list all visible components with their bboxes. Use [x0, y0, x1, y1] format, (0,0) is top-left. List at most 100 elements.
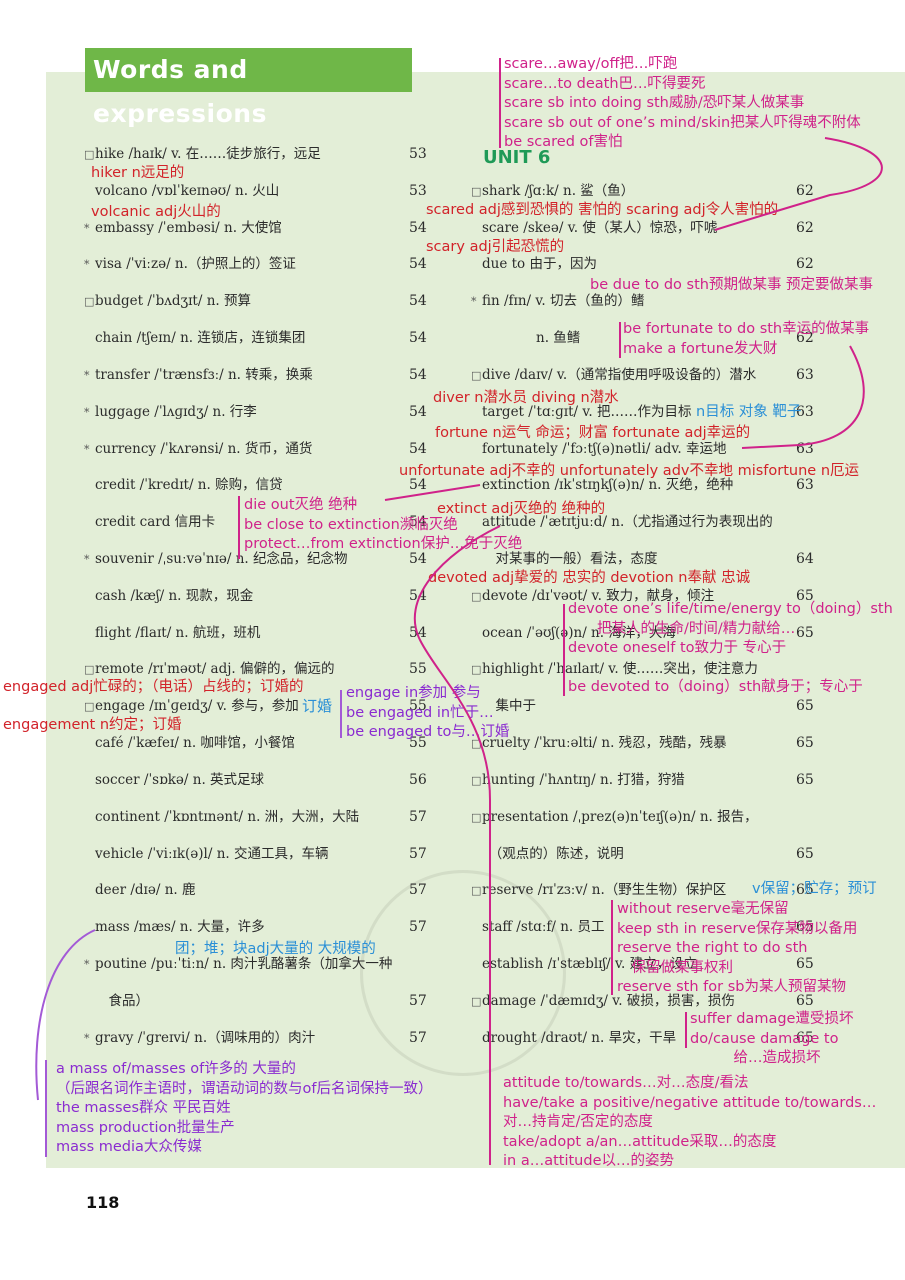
word-entry: （观点的）陈述，说明	[471, 845, 623, 863]
due-note: be due to do sth预期做某事 预定要做某事	[590, 277, 874, 293]
note-line: reserve the right to do sth	[617, 940, 808, 956]
word-text: volcano /vɒlˈkeɪnəʊ/ n. 火山	[95, 183, 280, 199]
asterisk-mark-icon: *	[84, 958, 90, 971]
word-text: staff /stɑːf/ n. 员工	[482, 919, 605, 935]
scary-note: scary adj引起恐慌的	[426, 239, 565, 255]
word-text: vehicle /ˈviːɪk(ə)l/ n. 交通工具，车辆	[95, 846, 329, 862]
asterisk-mark-icon: *	[84, 369, 90, 382]
note-line: keep sth in reserve保存某物以备用	[617, 920, 858, 937]
checkbox-mark-icon: □	[84, 148, 95, 161]
word-entry: drought /draʊt/ n. 旱灾，干旱	[471, 1029, 676, 1047]
engagement-note: engagement n约定；订婚	[3, 717, 182, 733]
word-entry: * transfer /ˈtrænsfɜː/ n. 转乘，换乘	[84, 366, 313, 385]
mass-bracket	[45, 1060, 47, 1157]
word-text: 食品）	[95, 993, 149, 1009]
note-line: 把某人的生命/时间/精力献给…	[568, 620, 796, 637]
word-text: cruelty /ˈkruːəlti/ n. 残忍，残酷，残暴	[482, 735, 727, 751]
fortune-note: fortune n运气 命运；财富 fortunate adj幸运的	[435, 425, 751, 441]
word-entry: □reserve /rɪˈzɜːv/ n.（野生生物）保护区	[471, 881, 726, 900]
page-reference: 56	[409, 772, 427, 788]
page-reference: 63	[796, 367, 814, 383]
checkbox-mark-icon: □	[471, 884, 482, 897]
word-entry: flight /flaɪt/ n. 航班，班机	[84, 624, 260, 642]
note-line: do/cause damage to	[690, 1030, 839, 1047]
damage-notes: suffer damage遭受损坏 do/cause damage to 给…造…	[690, 1010, 853, 1069]
page-reference: 63	[796, 441, 814, 457]
word-text: drought /draʊt/ n. 旱灾，干旱	[482, 1030, 677, 1046]
devote-bracket	[563, 604, 565, 696]
word-text: credit card 信用卡	[95, 514, 216, 530]
note-line: suffer damage遭受损坏	[690, 1011, 854, 1027]
word-text: gravy /ˈɡreɪvi/ n.（调味用的）肉汁	[95, 1030, 316, 1046]
word-entry: deer /dɪə/ n. 鹿	[84, 881, 195, 899]
asterisk-mark-icon: *	[84, 406, 90, 419]
page-reference: 65	[796, 772, 814, 788]
page-reference: 65	[796, 698, 814, 714]
mass-note: 团；堆；块adj大量的 大规模的	[175, 941, 376, 957]
word-entry: □engage /ɪnˈɡeɪdʒ/ v. 参与，参加	[84, 697, 299, 716]
note-line: 给…造成损坏	[690, 1050, 821, 1066]
note-line: without reserve毫无保留	[617, 901, 789, 917]
word-entry: volcano /vɒlˈkeɪnəʊ/ n. 火山	[84, 182, 279, 200]
checkbox-mark-icon: □	[471, 774, 482, 787]
word-text: scare /skeə/ v. 使（某人）惊恐，吓唬	[482, 220, 718, 236]
page-reference: 57	[409, 882, 427, 898]
page-reference: 54	[409, 367, 427, 383]
checkbox-mark-icon: □	[471, 663, 482, 676]
page-reference: 65	[796, 735, 814, 751]
word-text: presentation /ˌprez(ə)nˈteɪʃ(ə)n/ n. 报告，	[482, 809, 758, 825]
word-entry: □shark /ʃɑːk/ n. 鲨（鱼）	[471, 182, 634, 201]
word-entry: mass /mæs/ n. 大量，许多	[84, 918, 265, 936]
word-text: transfer /ˈtrænsfɜː/ n. 转乘，换乘	[95, 367, 313, 383]
target-note: n目标 对象 靶子	[696, 404, 802, 420]
checkbox-mark-icon: □	[84, 295, 95, 308]
note-line: mass media大众传媒	[56, 1139, 202, 1155]
word-entry: □remote /rɪˈməʊt/ adj. 偏僻的，偏远的	[84, 660, 335, 679]
page-reference: 53	[409, 146, 427, 162]
note-line: take/adopt a/an…attitude采取…的态度	[503, 1133, 777, 1150]
note-line: in a…attitude以…的姿势	[503, 1153, 674, 1169]
page-title: Words and expressions	[85, 48, 412, 128]
checkbox-mark-icon: □	[471, 995, 482, 1008]
note-line	[568, 659, 893, 679]
note-line: devote oneself to致力于 专心于	[568, 640, 787, 656]
note-line: protect…from extinction保护…免于灭绝	[244, 536, 523, 552]
word-entry: chain /tʃeɪn/ n. 连锁店，连锁集团	[84, 329, 305, 347]
note-line: scare sb into doing sth威胁/恐吓某人做某事	[504, 95, 805, 111]
note-line: the masses群众 平民百姓	[56, 1100, 231, 1116]
note-line: 对…持肯定/否定的态度	[503, 1114, 653, 1130]
word-text: reserve /rɪˈzɜːv/ n.（野生生物）保护区	[482, 882, 727, 898]
word-text: shark /ʃɑːk/ n. 鲨（鱼）	[482, 183, 635, 199]
word-text: due to 由于，因为	[482, 256, 597, 272]
checkbox-mark-icon: □	[471, 811, 482, 824]
hiker-note: hiker n远足的	[91, 165, 185, 181]
word-entry: * currency /ˈkʌrənsi/ n. 货币，通货	[84, 440, 312, 459]
page-reference: 62	[796, 183, 814, 199]
page-reference: 54	[409, 441, 427, 457]
page-reference: 54	[409, 404, 427, 420]
page-reference: 57	[409, 1030, 427, 1046]
page-reference: 53	[409, 183, 427, 199]
page-reference: 57	[409, 846, 427, 862]
extinct-note: extinct adj灭绝的 绝种的	[437, 501, 606, 517]
word-text: cash /kæʃ/ n. 现款，现金	[95, 588, 254, 604]
word-entry: □dive /daɪv/ v.（通常指使用呼吸设备的）潜水	[471, 366, 756, 385]
word-text: credit /ˈkredɪt/ n. 赊购，信贷	[95, 477, 283, 493]
checkbox-mark-icon: □	[471, 590, 482, 603]
page-reference: 54	[409, 256, 427, 272]
word-text: luggage /ˈlʌɡɪdʒ/ n. 行李	[95, 404, 257, 420]
page-reference: 54	[409, 220, 427, 236]
word-entry: * gravy /ˈɡreɪvi/ n.（调味用的）肉汁	[84, 1029, 315, 1048]
note-line: reserve sth for sb为某人预留某物	[617, 979, 846, 995]
word-text: currency /ˈkʌrənsi/ n. 货币，通货	[95, 441, 313, 457]
note-line: be fortunate to do sth幸运的做某事	[623, 321, 870, 337]
note-line: attitude to/towards…对…态度/看法	[503, 1075, 749, 1091]
word-text: soccer /ˈsɒkə/ n. 英式足球	[95, 772, 265, 788]
page-reference: 62	[796, 256, 814, 272]
diver-note: diver n潜水员 diving n潜水	[433, 390, 619, 406]
word-entry: credit card 信用卡	[84, 513, 215, 531]
reserve-note: v保留；贮存；预订	[752, 881, 877, 897]
checkbox-mark-icon: □	[471, 369, 482, 382]
word-text: café /ˈkæfeɪ/ n. 咖啡馆，小餐馆	[95, 735, 295, 751]
engage-notes: engage in参加 参与 be engaged in忙于… be engag…	[346, 684, 509, 743]
